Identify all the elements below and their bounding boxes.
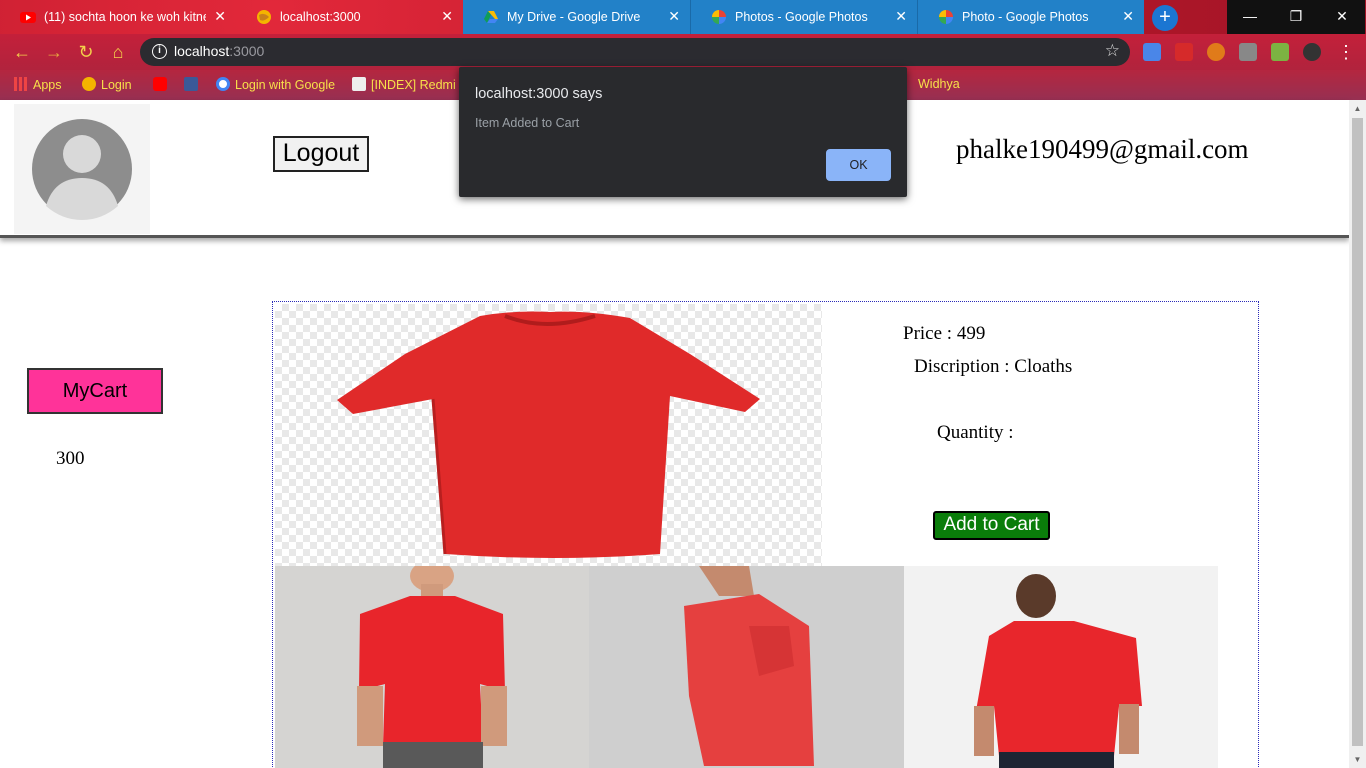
bookmark-login-google[interactable]: Login with Google [216,77,335,92]
product-main-image [275,304,822,566]
add-to-cart-button[interactable]: Add to Cart [933,511,1050,540]
xda-icon [352,77,366,91]
page-scrollbar[interactable]: ▲ ▼ [1349,100,1366,768]
extension-icon[interactable] [1239,43,1257,61]
site-info-icon[interactable]: i [152,44,167,59]
tab-title: localhost:3000 [280,10,361,24]
youtube-icon [20,12,36,23]
profile-avatar-icon[interactable] [1303,43,1321,61]
close-tab-icon[interactable]: ✕ [1122,8,1134,25]
dialog-message: Item Added to Cart [475,116,580,130]
logout-button[interactable]: Logout [273,136,369,172]
model-front-image [275,566,589,768]
tab-title: My Drive - Google Drive [507,10,641,24]
tab-title: (11) sochta hoon ke woh kitne [44,10,206,24]
product-price: Price : 499 [903,323,986,344]
puzzle-extension-icon[interactable] [1271,43,1289,61]
google-photos-icon [939,10,953,24]
close-window-icon[interactable]: ✕ [1319,0,1365,34]
forward-icon[interactable]: → [42,40,66,64]
tshirt-image [337,311,760,558]
tab-google-photos[interactable]: Photos - Google Photos ✕ [690,0,917,34]
product-description: Discription : Cloaths [914,356,1073,377]
scroll-up-icon[interactable]: ▲ [1349,100,1366,117]
close-tab-icon[interactable]: ✕ [441,8,453,25]
tab-google-photo[interactable]: Photo - Google Photos ✕ [917,0,1144,34]
ok-button[interactable]: OK [826,149,891,181]
google-photos-icon [712,10,726,24]
minimize-icon[interactable]: — [1227,0,1273,34]
close-tab-icon[interactable]: ✕ [895,8,907,25]
avatar [14,104,150,234]
close-tab-icon[interactable]: ✕ [668,8,680,25]
product-thumbnail-side[interactable] [589,566,904,768]
scroll-down-icon[interactable]: ▼ [1349,751,1366,768]
tab-title: Photo - Google Photos [962,10,1089,24]
alert-dialog: localhost:3000 says Item Added to Cart O… [459,67,907,197]
close-tab-icon[interactable]: ✕ [214,8,226,25]
mycart-button[interactable]: MyCart [27,368,163,414]
bookmark-widhya[interactable]: Widhya [918,77,960,91]
product-thumbnail-back[interactable] [904,566,1218,768]
omnibox[interactable]: i localhost:3000 ☆ [140,38,1130,66]
product-card: Price : 499 Discription : Cloaths Quanti… [272,301,1259,768]
google-icon [216,77,230,91]
model-back-image [904,566,1218,768]
bookmark-facebook[interactable] [184,77,203,92]
youtube-icon [153,77,167,91]
bookmark-apps[interactable]: Apps [14,77,62,92]
model-side-image [589,566,904,768]
page-content: Logout phalke190499@gmail.com MyCart 300… [0,100,1366,768]
cart-count: 300 [56,448,85,469]
facebook-icon [184,77,198,91]
bookmark-redmi[interactable]: [INDEX] Redmi [352,77,456,92]
browser-menu-icon[interactable]: ⋮ [1334,40,1358,64]
tab-google-drive[interactable]: My Drive - Google Drive ✕ [463,0,690,34]
dialog-title: localhost:3000 says [475,86,603,102]
back-icon[interactable]: ← [10,40,34,64]
home-icon[interactable]: ⌂ [106,40,130,64]
bookmark-star-icon[interactable]: ☆ [1105,41,1120,61]
apps-grid-icon [14,77,28,91]
scroll-thumb[interactable] [1352,118,1363,746]
new-tab-button[interactable]: + [1152,5,1178,31]
google-drive-icon [484,11,498,23]
reload-icon[interactable]: ↻ [74,40,98,64]
globe-icon [257,10,271,24]
browser-tab-strip: (11) sochta hoon ke woh kitne ✕ localhos… [0,0,1366,34]
bookmark-login[interactable]: Login [82,77,132,92]
globe-icon [82,77,96,91]
quantity-label: Quantity : [937,422,1014,443]
tab-localhost[interactable]: localhost:3000 ✕ [236,0,463,34]
user-avatar-icon [32,119,132,220]
user-email: phalke190499@gmail.com [956,134,1249,164]
extension-icon[interactable] [1175,43,1193,61]
bookmark-youtube[interactable] [153,77,172,92]
product-thumbnail-front[interactable] [275,566,589,768]
extension-icon[interactable] [1207,43,1225,61]
restore-icon[interactable]: ❐ [1273,0,1319,34]
tab-title: Photos - Google Photos [735,10,868,24]
url-text: localhost:3000 [174,43,265,59]
tab-youtube[interactable]: (11) sochta hoon ke woh kitne ✕ [0,0,236,34]
translate-extension-icon[interactable] [1143,43,1161,61]
address-bar-row: ← → ↻ ⌂ i localhost:3000 ☆ ⋮ [0,34,1366,70]
